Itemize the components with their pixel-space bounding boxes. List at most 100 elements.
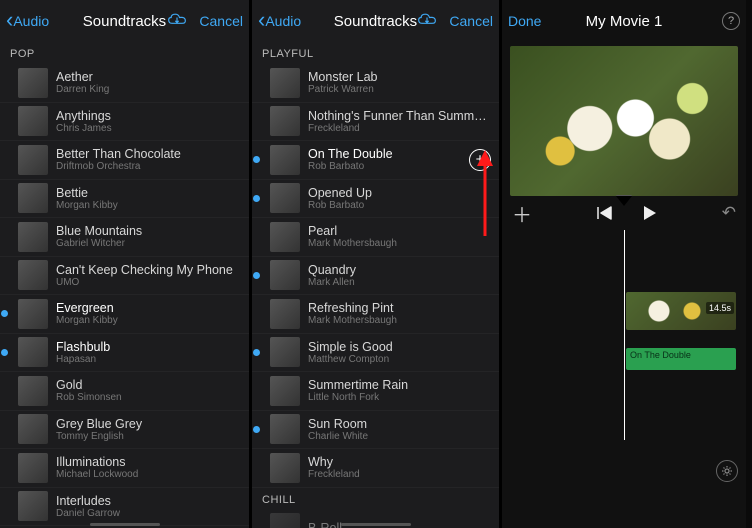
playhead-line [624, 230, 625, 440]
editor-navbar: Done My Movie 1 ? [502, 0, 746, 42]
track-thumbnail [18, 491, 48, 521]
audio-clip[interactable]: On The Double [626, 348, 736, 370]
back-label: Audio [13, 13, 49, 29]
track-thumbnail [270, 453, 300, 483]
chevron-left-icon: ‹ [258, 9, 265, 31]
track-artist: Rob Simonsen [56, 392, 122, 403]
play-button[interactable] [643, 205, 657, 221]
track-list: AetherDarren KingAnythingsChris JamesBet… [0, 64, 249, 526]
track-row[interactable]: Can't Keep Checking My PhoneUMO [0, 257, 249, 296]
track-thumbnail [18, 183, 48, 213]
track-artist: Chris James [56, 123, 112, 134]
gear-icon [721, 465, 733, 477]
track-thumbnail [270, 260, 300, 290]
downloaded-dot-icon [253, 349, 260, 356]
track-row[interactable]: BettieMorgan Kibby [0, 180, 249, 219]
track-row[interactable]: Better Than ChocolateDriftmob Orchestra [0, 141, 249, 180]
track-row[interactable]: Nothing's Funner Than Summ…Freckleland [252, 103, 499, 142]
track-thumbnail [18, 260, 48, 290]
downloaded-dot-icon [253, 156, 260, 163]
track-row[interactable]: Simple is GoodMatthew Compton [252, 334, 499, 373]
track-title: Simple is Good [308, 340, 393, 354]
track-row[interactable]: AnythingsChris James [0, 103, 249, 142]
add-media-button[interactable]: ＋ [512, 199, 532, 228]
section-header-chill: CHILL [252, 488, 499, 510]
track-thumbnail [18, 299, 48, 329]
navbar: ‹ Audio Soundtracks Cancel [0, 0, 249, 42]
track-thumbnail [270, 145, 300, 175]
video-preview[interactable] [510, 46, 738, 196]
track-title: Grey Blue Grey [56, 417, 142, 431]
cancel-button[interactable]: Cancel [199, 13, 243, 29]
track-row[interactable]: Sun RoomCharlie White [252, 411, 499, 450]
track-artist: Rob Barbato [308, 161, 393, 172]
track-row[interactable]: IlluminationsMichael Lockwood [0, 449, 249, 488]
skip-back-button[interactable] [597, 206, 613, 220]
track-title: Anythings [56, 109, 112, 123]
track-thumbnail [18, 145, 48, 175]
timeline[interactable]: 14.5s On The Double [502, 230, 746, 490]
track-thumbnail [270, 337, 300, 367]
track-thumbnail [270, 299, 300, 329]
soundtracks-panel-pop: ‹ Audio Soundtracks Cancel POP AetherDar… [0, 0, 252, 528]
help-button[interactable]: ? [722, 12, 740, 30]
track-title: Quandry [308, 263, 356, 277]
track-row[interactable]: Opened UpRob Barbato [252, 180, 499, 219]
track-row[interactable]: FlashbulbHapasan [0, 334, 249, 373]
track-artist: Mark Mothersbaugh [308, 315, 397, 326]
track-thumbnail [270, 513, 300, 528]
track-row[interactable]: PearlMark Mothersbaugh [252, 218, 499, 257]
track-artist: Freckleland [308, 123, 487, 134]
track-thumbnail [270, 106, 300, 136]
track-title: Gold [56, 378, 122, 392]
track-artist: Mark Allen [308, 277, 356, 288]
track-artist: Little North Fork [308, 392, 408, 403]
track-row[interactable]: On The DoubleRob Barbato + [252, 141, 499, 180]
back-button[interactable]: ‹ Audio [258, 10, 301, 32]
track-title: Monster Lab [308, 70, 377, 84]
track-row[interactable]: WhyFreckleland [252, 449, 499, 488]
track-row[interactable]: GoldRob Simonsen [0, 372, 249, 411]
track-row[interactable]: EvergreenMorgan Kibby [0, 295, 249, 334]
track-title: Blue Mountains [56, 224, 142, 238]
track-row[interactable]: Summertime RainLittle North Fork [252, 372, 499, 411]
track-title: Nothing's Funner Than Summ… [308, 109, 487, 123]
help-icon: ? [728, 15, 734, 27]
track-title: Better Than Chocolate [56, 147, 181, 161]
cloud-download-icon[interactable] [417, 13, 437, 30]
track-row[interactable]: Monster LabPatrick Warren [252, 64, 499, 103]
chevron-left-icon: ‹ [6, 9, 13, 31]
track-thumbnail [270, 68, 300, 98]
track-artist: Michael Lockwood [56, 469, 138, 480]
track-thumbnail [270, 414, 300, 444]
track-row[interactable]: Grey Blue GreyTommy English [0, 411, 249, 450]
track-artist: Driftmob Orchestra [56, 161, 181, 172]
track-row[interactable]: InterludesDaniel Garrow [0, 488, 249, 527]
track-title: Flashbulb [56, 340, 110, 354]
track-artist: Matthew Compton [308, 354, 393, 365]
track-thumbnail [18, 414, 48, 444]
track-title: Aether [56, 70, 109, 84]
track-title: Interludes [56, 494, 120, 508]
track-thumbnail [18, 106, 48, 136]
downloaded-dot-icon [253, 426, 260, 433]
add-track-button[interactable]: + [469, 149, 491, 171]
track-title: Summertime Rain [308, 378, 408, 392]
track-row[interactable]: AetherDarren King [0, 64, 249, 103]
track-row[interactable]: Refreshing PintMark Mothersbaugh [252, 295, 499, 334]
cancel-button[interactable]: Cancel [449, 13, 493, 29]
editor-panel: Done My Movie 1 ? ＋ ↶ 14.5s On The Doubl… [502, 0, 746, 528]
track-thumbnail [18, 68, 48, 98]
track-title: On The Double [308, 147, 393, 161]
undo-button[interactable]: ↶ [722, 203, 736, 223]
track-row[interactable]: Blue MountainsGabriel Witcher [0, 218, 249, 257]
cloud-download-icon[interactable] [167, 13, 187, 30]
settings-button[interactable] [716, 460, 738, 482]
done-button[interactable]: Done [508, 13, 541, 29]
downloaded-dot-icon [1, 310, 8, 317]
track-artist: UMO [56, 277, 233, 288]
playhead-marker-icon [616, 196, 632, 206]
track-row[interactable]: QuandryMark Allen [252, 257, 499, 296]
track-thumbnail [18, 453, 48, 483]
back-button[interactable]: ‹ Audio [6, 10, 49, 32]
